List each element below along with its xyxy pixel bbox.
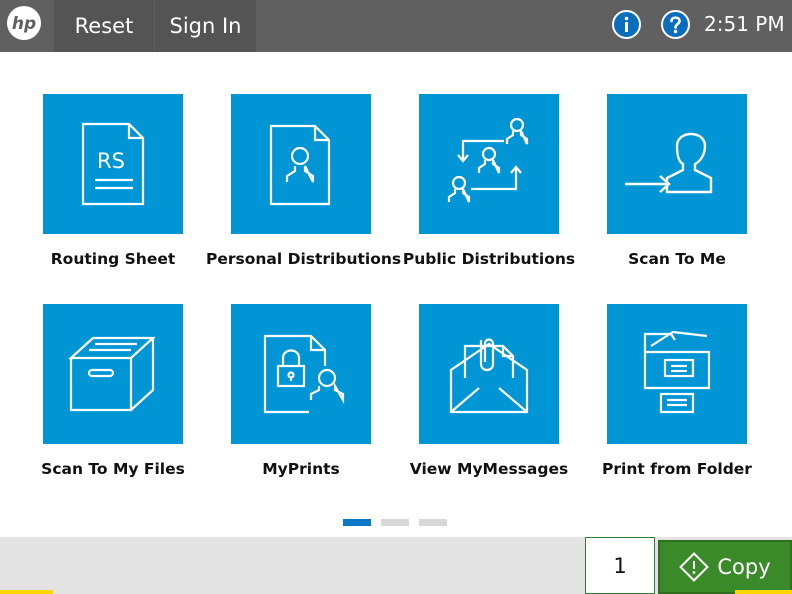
- routing-sheet-tile[interactable]: RS Routing Sheet: [18, 94, 208, 304]
- scan-to-me-icon: [607, 94, 747, 234]
- page-dot-1[interactable]: [343, 519, 371, 526]
- help-icon[interactable]: [661, 10, 690, 39]
- svg-text:RS: RS: [97, 149, 125, 173]
- tile-label: Public Distributions: [402, 250, 576, 268]
- page-dot-2[interactable]: [381, 519, 409, 526]
- page-dot-3[interactable]: [419, 519, 447, 526]
- tile-label: Personal Distributions: [206, 250, 402, 268]
- folder-printer-icon: [607, 304, 747, 444]
- accent-bar-right: [735, 590, 792, 594]
- hp-logo-icon[interactable]: hp: [7, 6, 41, 40]
- myprints-tile[interactable]: MyPrints: [206, 304, 396, 514]
- routing-sheet-icon: RS: [43, 94, 183, 234]
- tile-label: Print from Folder: [602, 460, 752, 478]
- tile-label: Scan To My Files: [41, 460, 185, 478]
- tile-label: Scan To Me: [628, 250, 726, 268]
- svg-text:hp: hp: [12, 14, 36, 34]
- envelope-icon: [419, 304, 559, 444]
- tile-label: View MyMessages: [409, 460, 569, 478]
- copy-button[interactable]: Copy: [658, 540, 792, 594]
- copy-button-label: Copy: [717, 555, 771, 579]
- copies-field[interactable]: 1: [585, 537, 655, 594]
- public-distributions-tile[interactable]: Public Distributions: [394, 94, 584, 304]
- tile-label: Routing Sheet: [50, 250, 176, 268]
- sign-in-button[interactable]: Sign In: [155, 0, 256, 52]
- accent-bar-left: [0, 590, 53, 594]
- box-icon: [43, 304, 183, 444]
- info-icon[interactable]: [612, 10, 641, 39]
- scan-to-me-tile[interactable]: Scan To Me: [582, 94, 772, 304]
- locked-document-icon: [231, 304, 371, 444]
- reset-button[interactable]: Reset: [54, 0, 154, 52]
- tile-label: MyPrints: [262, 460, 340, 478]
- print-from-folder-tile[interactable]: Print from Folder: [582, 304, 772, 514]
- start-diamond-icon: [679, 552, 710, 582]
- view-mymessages-tile[interactable]: View MyMessages: [394, 304, 584, 514]
- public-distributions-icon: [419, 94, 559, 234]
- personal-distributions-tile[interactable]: Personal Distributions: [206, 94, 402, 304]
- clock: 2:51 PM: [704, 12, 785, 36]
- scan-to-my-files-tile[interactable]: Scan To My Files: [18, 304, 208, 514]
- personal-distributions-icon: [231, 94, 371, 234]
- top-bar: hp Reset Sign In 2:51 PM: [0, 0, 792, 52]
